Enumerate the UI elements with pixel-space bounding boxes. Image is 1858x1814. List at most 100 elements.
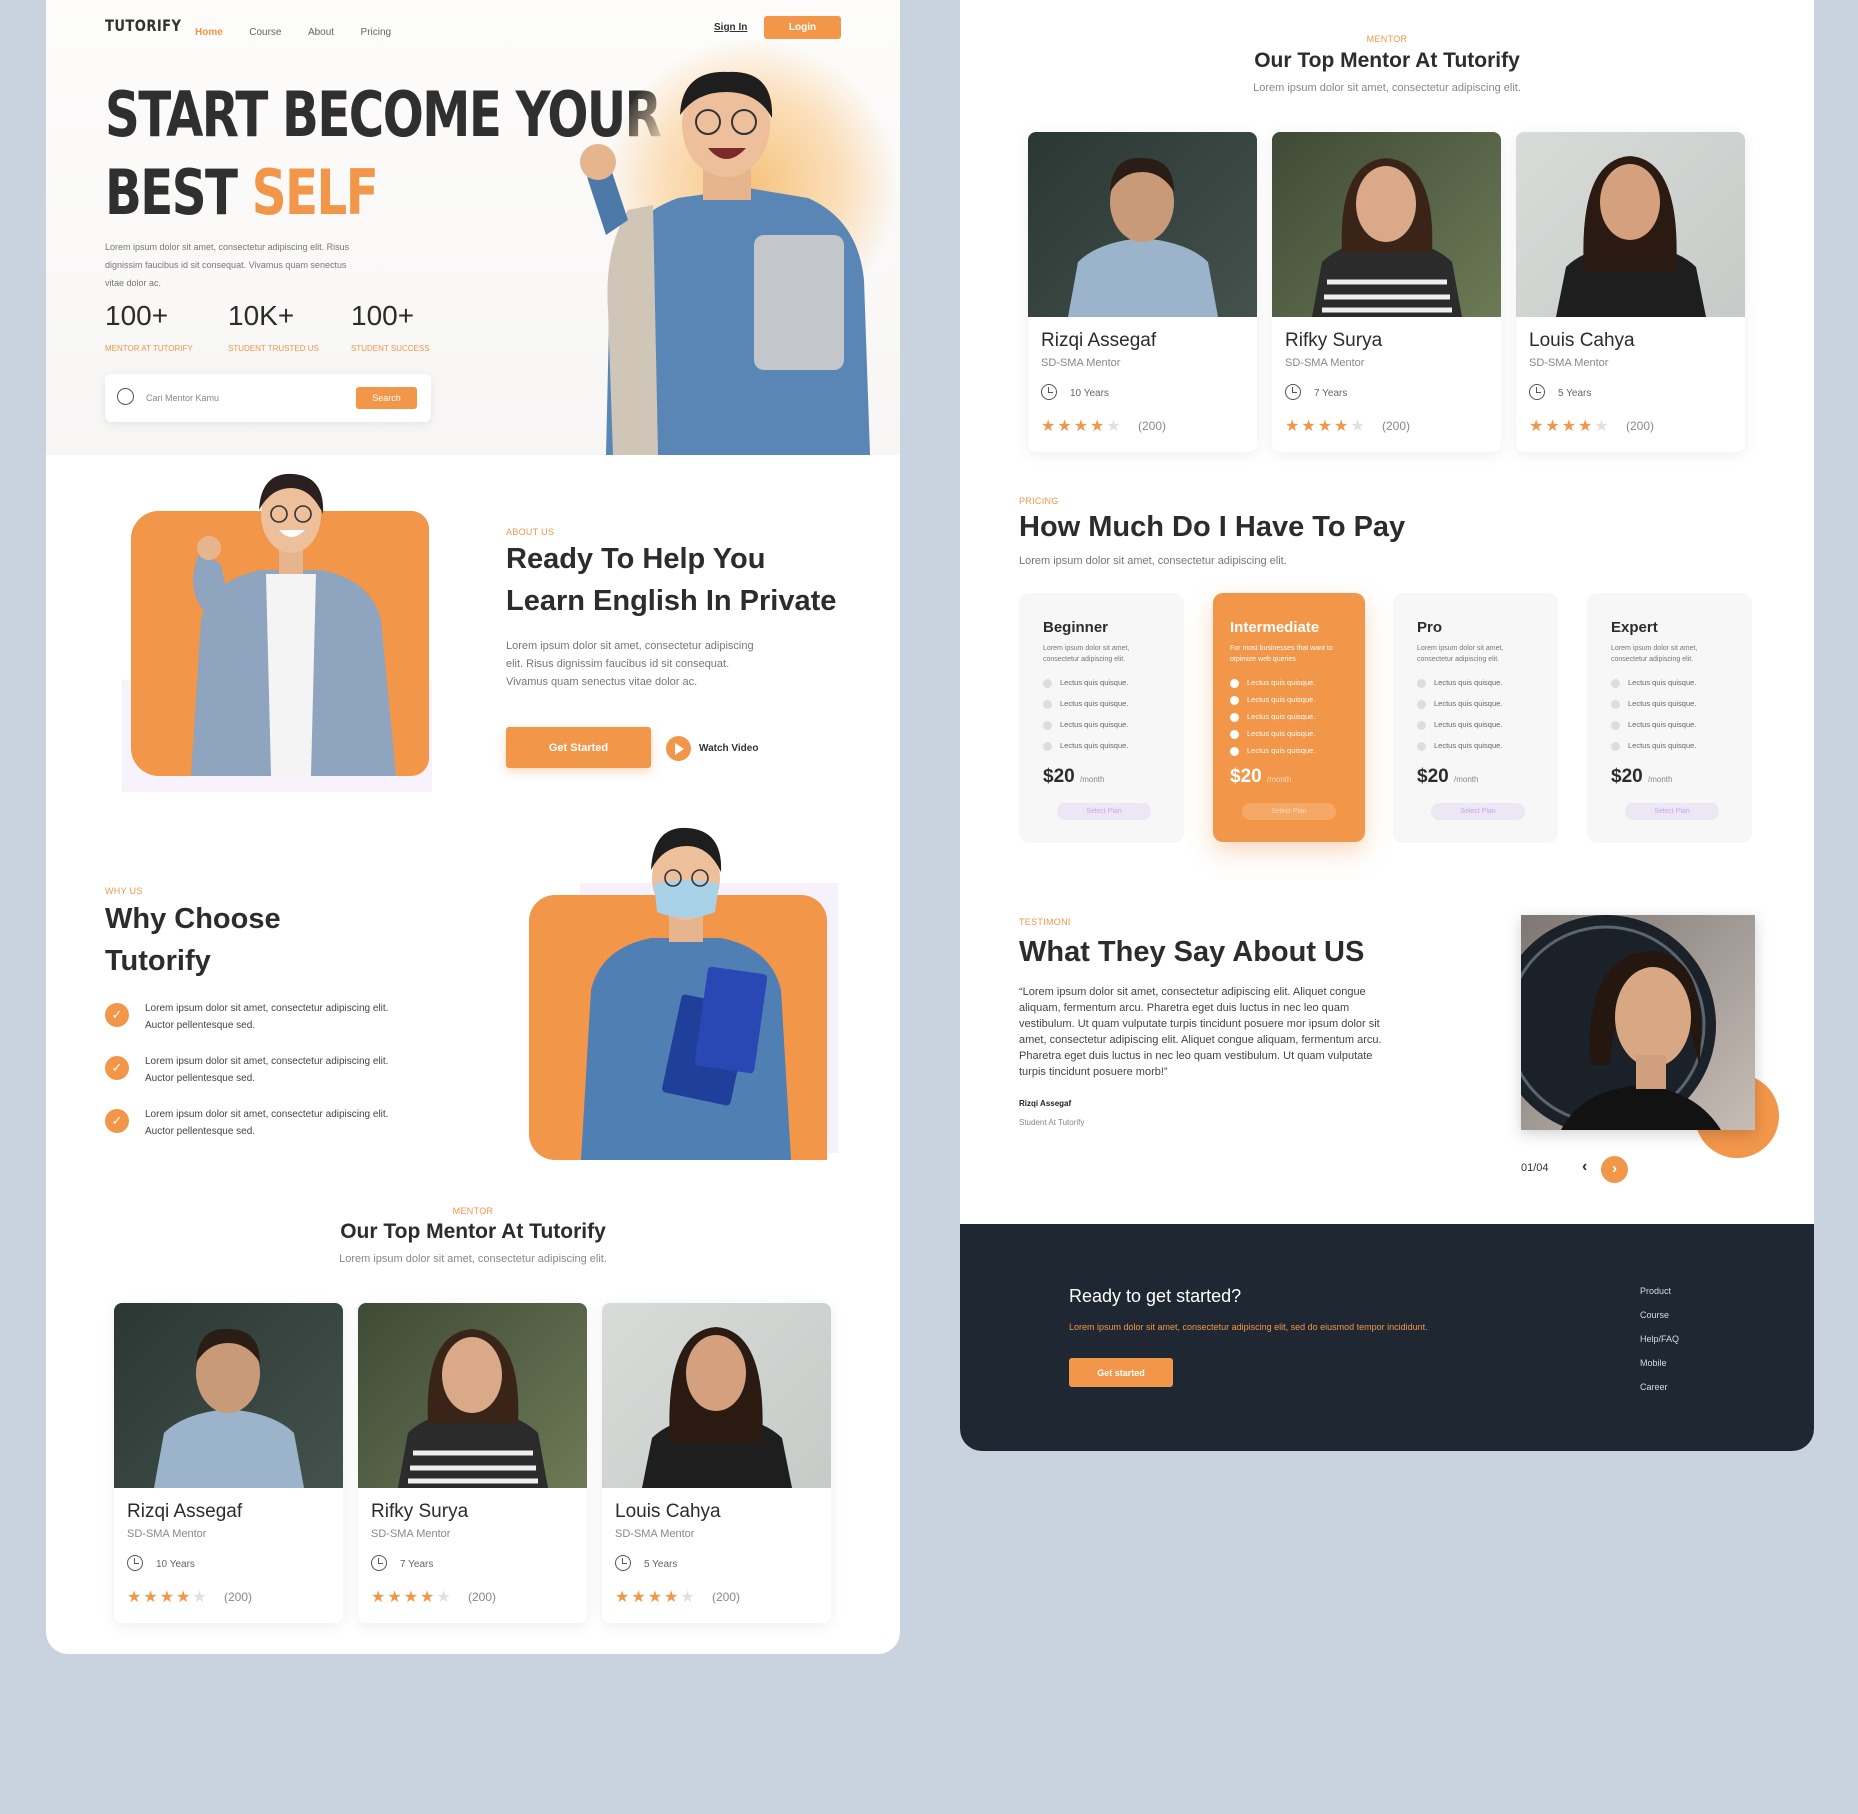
footer-get-started-button[interactable]: Get started <box>1069 1358 1173 1387</box>
mentor-role: SD-SMA Mentor <box>1529 357 1609 369</box>
pricing-title: How Much Do I Have To Pay <box>1019 511 1406 543</box>
mentor-eyebrow: MENTOR <box>1366 34 1408 44</box>
plan-card-beginner[interactable]: Beginner Lorem ipsum dolor sit amet, con… <box>1019 593 1184 843</box>
watch-video-button[interactable]: Watch Video <box>666 736 758 761</box>
search-icon <box>117 388 134 405</box>
testimoni-author: Rizqi Assegaf <box>1019 1099 1072 1108</box>
rating-stars: ★★★★★ <box>1041 418 1123 435</box>
mentor-name: Louis Cahya <box>1529 330 1635 351</box>
footer-title: Ready to get started? <box>1069 1286 1242 1306</box>
hero-description: Lorem ipsum dolor sit amet, consectetur … <box>105 242 350 288</box>
why-student-image <box>581 827 791 1160</box>
nav-home[interactable]: Home <box>195 27 223 38</box>
clock-icon <box>1285 384 1301 400</box>
mentor-photo <box>358 1303 587 1488</box>
plan-price: $20 /month <box>1043 766 1105 787</box>
hero-section: TUTORIFY Home Course About Pricing Sign … <box>46 0 900 455</box>
mentor-name: Louis Cahya <box>615 1501 721 1522</box>
rating-stars: ★★★★★ <box>1285 418 1367 435</box>
pricing-eyebrow: PRICING <box>1019 496 1059 506</box>
testimoni-photo <box>1521 915 1755 1130</box>
clock-icon <box>1529 384 1545 400</box>
play-icon <box>666 736 691 761</box>
select-plan-button[interactable]: Select Plan <box>1625 803 1719 820</box>
footer-link-mobile[interactable]: Mobile <box>1640 1358 1667 1368</box>
nav-course[interactable]: Course <box>249 27 281 38</box>
search-input[interactable]: Cari Mentor Kamu <box>146 393 219 403</box>
mentor-photo <box>1028 132 1257 317</box>
why-eyebrow: WHY US <box>105 886 143 896</box>
select-plan-button[interactable]: Select Plan <box>1057 803 1151 820</box>
plan-card-pro[interactable]: Pro Lorem ipsum dolor sit amet, consecte… <box>1393 593 1558 843</box>
mentor-search-bar: Cari Mentor Kamu Search <box>105 374 431 422</box>
mentor-role: SD-SMA Mentor <box>1285 357 1365 369</box>
mentor-experience: 7 Years <box>1314 388 1348 399</box>
chevron-left-icon[interactable]: ‹ <box>1582 1158 1587 1176</box>
mentor-photo <box>114 1303 343 1488</box>
select-plan-button[interactable]: Select Plan <box>1431 803 1525 820</box>
signin-link[interactable]: Sign In <box>714 22 747 33</box>
why-item: ✓ Lorem ipsum dolor sit amet, consectetu… <box>105 1003 388 1034</box>
mentor-experience: 5 Years <box>1558 388 1592 399</box>
mentor-role: SD-SMA Mentor <box>127 1528 207 1540</box>
mentor-subtitle: Lorem ipsum dolor sit amet, consectetur … <box>1253 82 1521 94</box>
mentor-experience: 7 Years <box>400 1559 434 1570</box>
login-button[interactable]: Login <box>764 16 841 39</box>
nav-pricing[interactable]: Pricing <box>361 27 392 38</box>
rating-stars: ★★★★★ <box>371 1589 453 1606</box>
rating-stars: ★★★★★ <box>127 1589 209 1606</box>
testimoni-eyebrow: TESTIMONI <box>1019 917 1071 927</box>
testimoni-author-role: Student At Tutorify <box>1019 1118 1085 1127</box>
mentor-role: SD-SMA Mentor <box>615 1528 695 1540</box>
mentor-card-rifky[interactable]: Rifky Surya SD-SMA Mentor 7 Years ★★★★★ … <box>1272 132 1501 452</box>
mentor-subtitle: Lorem ipsum dolor sit amet, consectetur … <box>339 1253 607 1265</box>
search-button[interactable]: Search <box>356 387 417 409</box>
hero-student-image <box>580 71 870 455</box>
footer-description: Lorem ipsum dolor sit amet, consectetur … <box>1069 1322 1428 1332</box>
mentor-card-rizqi[interactable]: Rizqi Assegaf SD-SMA Mentor 10 Years ★★★… <box>1028 132 1257 452</box>
review-count: (200) <box>1138 419 1167 433</box>
footer-link-product[interactable]: Product <box>1640 1286 1671 1296</box>
review-count: (200) <box>1626 419 1655 433</box>
footer-link-career[interactable]: Career <box>1640 1382 1668 1392</box>
check-icon: ✓ <box>105 1056 129 1080</box>
stat-mentor: 100+ MENTOR AT TUTORIFY <box>105 300 193 353</box>
rating-stars: ★★★★★ <box>615 1589 697 1606</box>
mentor-role: SD-SMA Mentor <box>1041 357 1121 369</box>
chevron-right-icon[interactable]: › <box>1601 1156 1628 1183</box>
mentor-experience: 10 Years <box>1070 388 1109 399</box>
testimoni-pager: 01/04 <box>1521 1162 1549 1174</box>
select-plan-button[interactable]: Select Plan <box>1242 803 1336 820</box>
about-title: Ready To Help You Learn English In Priva… <box>506 543 837 617</box>
review-count: (200) <box>1382 419 1411 433</box>
clock-icon <box>127 1555 143 1571</box>
get-started-button[interactable]: Get Started <box>506 727 651 768</box>
stat-students: 10K+ STUDENT TRUSTED US <box>228 300 319 353</box>
brand-logo[interactable]: TUTORIFY <box>105 16 181 35</box>
mentor-title: Our Top Mentor At Tutorify <box>340 1220 606 1243</box>
plan-card-intermediate[interactable]: Intermediate For most businesses that wa… <box>1213 593 1365 842</box>
mentor-card-rifky[interactable]: Rifky Surya SD-SMA Mentor 7 Years ★★★★★ … <box>358 1303 587 1623</box>
clock-icon <box>1041 384 1057 400</box>
mentor-card-rizqi[interactable]: Rizqi Assegaf SD-SMA Mentor 10 Years ★★★… <box>114 1303 343 1623</box>
why-item: ✓ Lorem ipsum dolor sit amet, consectetu… <box>105 1056 388 1087</box>
plan-card-expert[interactable]: Expert Lorem ipsum dolor sit amet, conse… <box>1587 593 1752 843</box>
mentor-name: Rifky Surya <box>371 1501 469 1522</box>
pricing-subtitle: Lorem ipsum dolor sit amet, consectetur … <box>1019 555 1287 567</box>
clock-icon <box>371 1555 387 1571</box>
why-item: ✓ Lorem ipsum dolor sit amet, consectetu… <box>105 1109 388 1140</box>
mentor-card-louis[interactable]: Louis Cahya SD-SMA Mentor 5 Years ★★★★★ … <box>1516 132 1745 452</box>
about-eyebrow: ABOUT US <box>506 527 555 537</box>
mentor-eyebrow: MENTOR <box>452 1206 494 1216</box>
main-nav: Home Course About Pricing <box>195 22 413 40</box>
footer-cta: Ready to get started? Lorem ipsum dolor … <box>960 1224 1814 1451</box>
about-description: Lorem ipsum dolor sit amet, consectetur … <box>506 640 754 688</box>
mentor-name: Rizqi Assegaf <box>1041 330 1157 351</box>
footer-link-course[interactable]: Course <box>1640 1310 1669 1320</box>
mentor-card-louis[interactable]: Louis Cahya SD-SMA Mentor 5 Years ★★★★★ … <box>602 1303 831 1623</box>
plan-price: $20 /month <box>1230 766 1292 787</box>
footer-link-help[interactable]: Help/FAQ <box>1640 1334 1679 1344</box>
review-count: (200) <box>224 1590 253 1604</box>
mentor-photo <box>1272 132 1501 317</box>
nav-about[interactable]: About <box>308 27 334 38</box>
